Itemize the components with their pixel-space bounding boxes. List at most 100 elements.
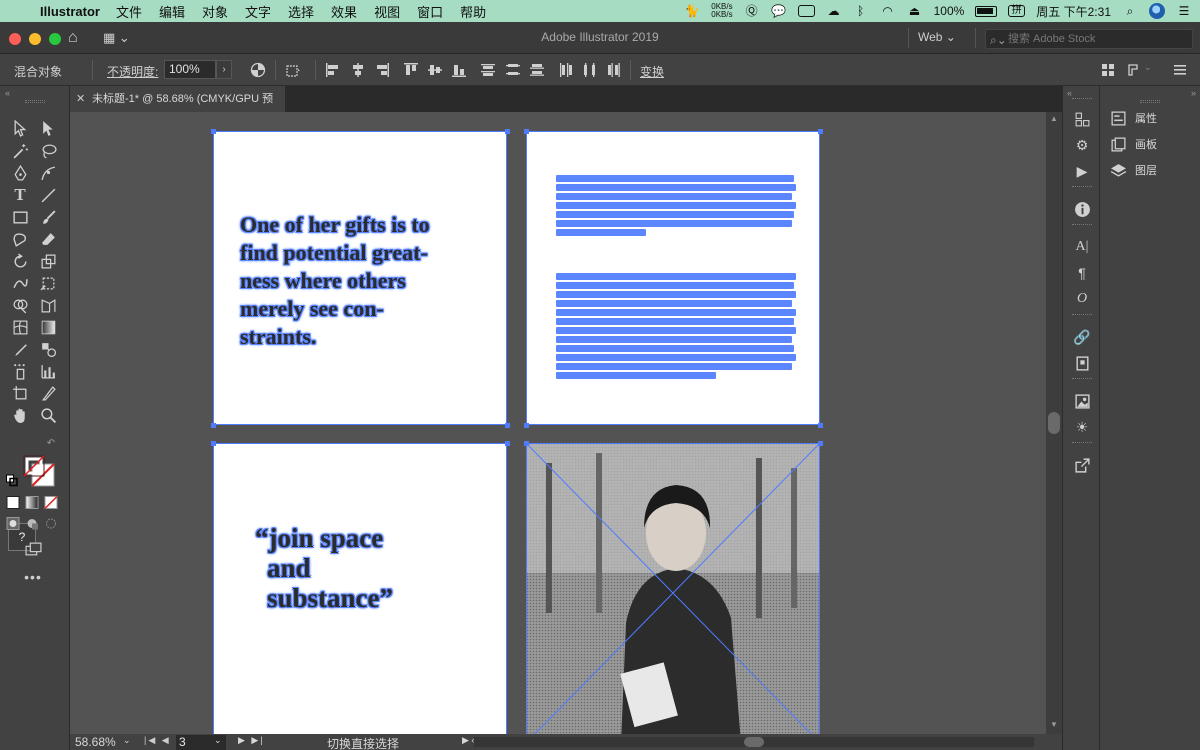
lasso-tool-icon[interactable] [37, 140, 59, 162]
menu-type[interactable]: 文字 [245, 2, 271, 21]
align-bottom-icon[interactable] [451, 62, 467, 78]
panel-grip[interactable] [1072, 442, 1092, 445]
selection-handle[interactable] [211, 129, 216, 134]
scrollbar-thumb[interactable] [744, 737, 764, 747]
rotate-tool-icon[interactable] [9, 250, 31, 272]
horizontal-scrollbar[interactable] [474, 737, 1034, 747]
distribute-right-icon[interactable] [606, 62, 622, 78]
magic-wand-tool-icon[interactable] [9, 140, 31, 162]
scroll-up-icon[interactable]: ▲ [1050, 114, 1058, 123]
edit-toolbar-icon[interactable]: ••• [22, 566, 44, 588]
panel-artboards[interactable]: 画板 [1110, 134, 1157, 154]
align-vertical-center-icon[interactable] [427, 62, 443, 78]
hand-tool-icon[interactable] [9, 404, 31, 426]
swap-fill-stroke-icon[interactable]: ↶ [44, 436, 58, 450]
panel-layers[interactable]: 图层 [1110, 160, 1157, 180]
opacity-label[interactable]: 不透明度: [107, 63, 158, 80]
artboard-dropdown-icon[interactable]: ⌄ [214, 735, 222, 746]
eraser-tool-icon[interactable] [37, 228, 59, 250]
recolor-artwork-icon[interactable] [250, 62, 266, 78]
q-icon[interactable]: Ⓠ [744, 4, 760, 18]
panel-grip[interactable] [1072, 224, 1092, 227]
selection-handle[interactable] [524, 441, 529, 446]
menu-edit[interactable]: 编辑 [159, 2, 185, 21]
home-icon[interactable]: ⌂ [68, 29, 78, 47]
selection-handle[interactable] [505, 423, 510, 428]
gradient-mode-icon[interactable] [25, 495, 39, 509]
menu-view[interactable]: 视图 [374, 2, 400, 21]
selection-handle[interactable] [505, 129, 510, 134]
stack-icon[interactable] [1073, 110, 1091, 128]
align-top-icon[interactable] [403, 62, 419, 78]
expand-panels-icon[interactable]: « [1067, 88, 1072, 98]
collapse-panels-icon[interactable]: » [1191, 88, 1196, 98]
isolate-group-icon[interactable] [1100, 62, 1116, 78]
selection-handle[interactable] [818, 129, 823, 134]
opentype-icon[interactable]: O [1073, 290, 1091, 308]
symbol-sprayer-tool-icon[interactable] [9, 360, 31, 382]
character-icon[interactable]: A| [1073, 238, 1091, 256]
panel-grip[interactable] [25, 100, 45, 103]
network-speed[interactable]: 0KB/s 0KB/s [711, 3, 732, 19]
selection-handle[interactable] [818, 441, 823, 446]
scroll-down-icon[interactable]: ▼ [1050, 720, 1058, 729]
appearance-sun-icon[interactable]: ☀ [1073, 418, 1091, 436]
menu-help[interactable]: 帮助 [460, 2, 486, 21]
color-mode-icon[interactable] [6, 495, 20, 509]
info-icon[interactable] [1073, 200, 1091, 218]
paragraph-icon[interactable]: ¶ [1073, 264, 1091, 282]
artboard-2[interactable] [526, 131, 820, 425]
align-horizontal-center-icon[interactable] [350, 62, 366, 78]
blurb-paragraph-2[interactable] [556, 273, 796, 381]
menu-object[interactable]: 对象 [202, 2, 228, 21]
distribute-bottom-icon[interactable] [529, 62, 545, 78]
blurb-paragraph-1[interactable] [556, 175, 796, 238]
input-method-icon[interactable]: 拼 [1008, 5, 1026, 17]
next-last-artboard-icons[interactable]: ▶ ▶| [238, 735, 265, 746]
zoom-level[interactable]: 58.68% [75, 735, 116, 749]
battery-icon[interactable] [975, 5, 998, 17]
slice-tool-icon[interactable] [37, 382, 59, 404]
column-graph-tool-icon[interactable] [37, 360, 59, 382]
maximize-window-button[interactable] [49, 33, 61, 45]
pen-tool-icon[interactable] [9, 162, 31, 184]
collapse-panel-icon[interactable]: « [5, 88, 10, 98]
workspace-switcher[interactable]: Web ⌄ [918, 30, 956, 44]
vertical-scrollbar[interactable]: ▲ ▼ [1046, 112, 1062, 734]
bluetooth-icon[interactable]: ᛒ [853, 4, 869, 18]
cat-icon[interactable]: 🐈 [684, 4, 700, 18]
selection-handle[interactable] [211, 441, 216, 446]
rectangle-tool-icon[interactable] [9, 206, 31, 228]
canvas[interactable]: One of her gifts is to find potential gr… [70, 112, 1046, 734]
panel-properties[interactable]: 属性 [1110, 108, 1157, 128]
export-icon[interactable] [1073, 456, 1091, 474]
app-menu[interactable]: Illustrator [40, 4, 100, 19]
distribute-horizontal-center-icon[interactable] [582, 62, 598, 78]
paintbrush-tool-icon[interactable] [37, 206, 59, 228]
eject-icon[interactable]: ⏏ [907, 4, 923, 18]
chevron-down-icon[interactable]: ⌄ [1144, 62, 1160, 78]
align-to-icon[interactable] [285, 62, 301, 78]
minimize-window-button[interactable] [29, 33, 41, 45]
gear-icon[interactable]: ⚙ [1073, 136, 1091, 154]
cloud-icon[interactable]: ☁ [826, 4, 842, 18]
draw-normal-icon[interactable] [6, 516, 20, 530]
none-mode-icon[interactable] [44, 495, 58, 509]
fill-stroke-swatch[interactable] [22, 454, 56, 488]
panel-grip[interactable] [1072, 98, 1092, 101]
selection-handle[interactable] [818, 423, 823, 428]
direct-selection-tool-icon[interactable] [37, 117, 59, 139]
photo-placeholder[interactable] [526, 443, 820, 734]
draw-inside-icon[interactable] [44, 516, 58, 530]
zoom-dropdown-icon[interactable]: ⌄ [123, 735, 131, 746]
distribute-vertical-center-icon[interactable] [505, 62, 521, 78]
opacity-dropdown-arrow[interactable]: › [216, 60, 232, 79]
first-previous-artboard-icons[interactable]: |◀ ◀ [144, 735, 171, 746]
perspective-grid-tool-icon[interactable] [37, 294, 59, 316]
free-transform-tool-icon[interactable] [37, 272, 59, 294]
adobe-stock-search-input[interactable]: ⌕⌄ 搜索 Adobe Stock [985, 29, 1193, 49]
battery-percent[interactable]: 100% [934, 4, 965, 18]
menu-file[interactable]: 文件 [116, 2, 142, 21]
draw-behind-icon[interactable] [25, 516, 39, 530]
zoom-tool-icon[interactable] [37, 404, 59, 426]
